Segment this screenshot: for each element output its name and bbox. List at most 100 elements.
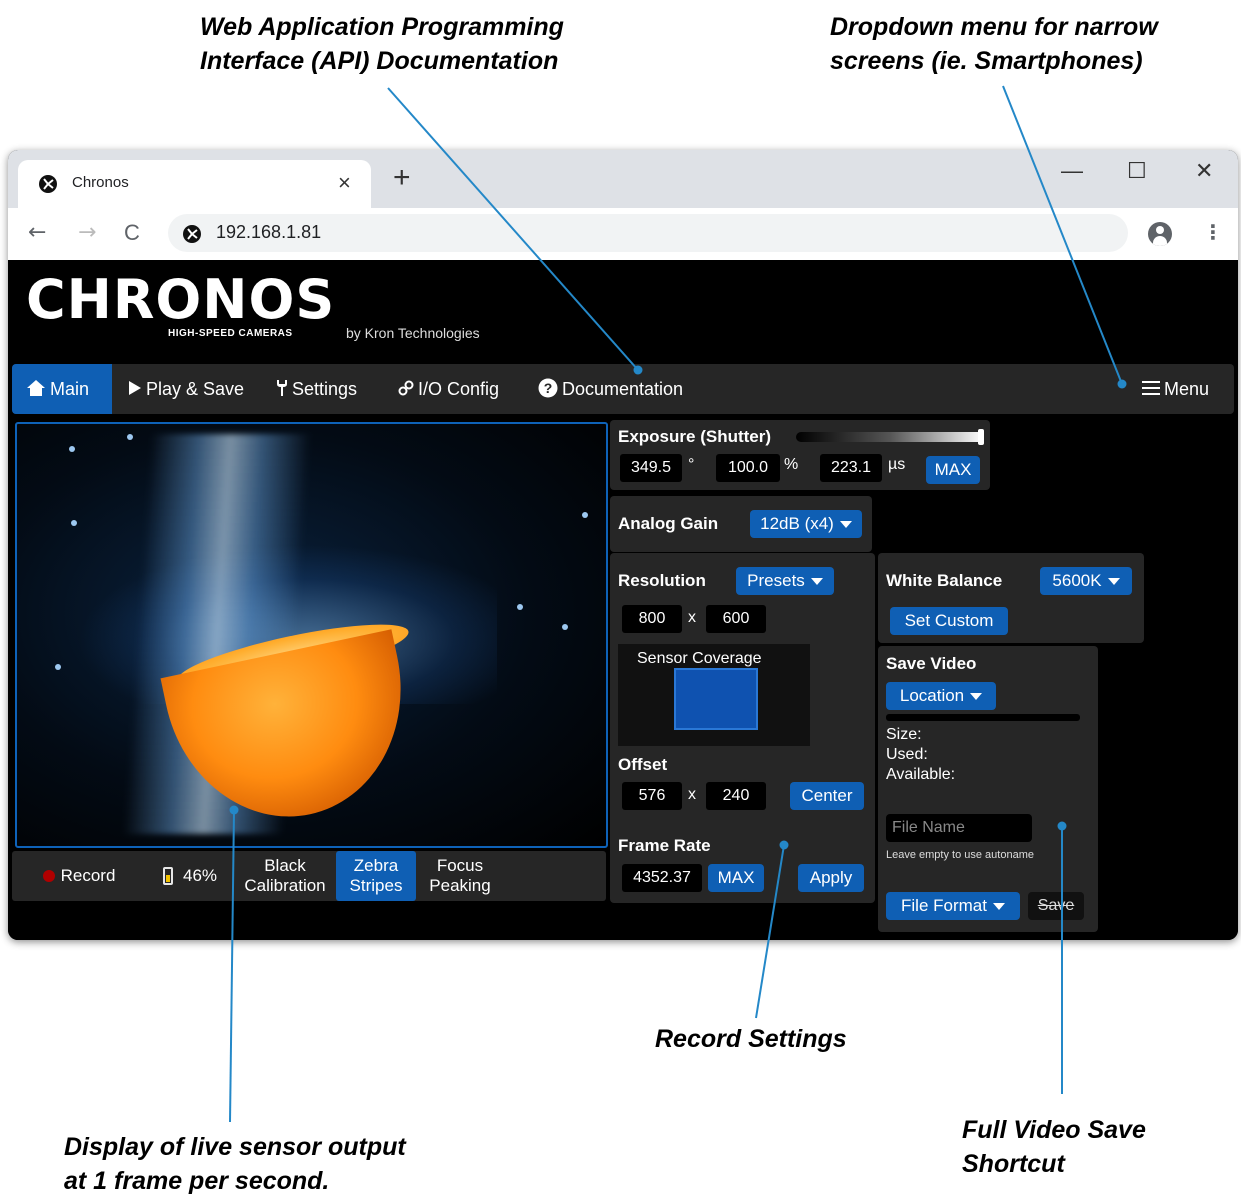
resolution-height-value[interactable]: 600 xyxy=(706,605,766,633)
minimize-button[interactable]: — xyxy=(1061,158,1083,184)
water-drop xyxy=(582,512,588,518)
forward-button[interactable]: → xyxy=(78,220,96,245)
exposure-percent-unit: % xyxy=(784,456,799,473)
frame-rate-apply-button[interactable]: Apply xyxy=(798,864,864,892)
focus-peaking-line1: Focus xyxy=(436,856,484,875)
file-format-dropdown[interactable]: File Format xyxy=(886,892,1020,920)
main-navbar: Main Play & Save Settings I/O Config ? D… xyxy=(12,364,1234,414)
live-preview[interactable] xyxy=(15,422,608,848)
callout-record-settings: Record Settings xyxy=(655,1025,847,1053)
exposure-slider[interactable] xyxy=(796,432,984,442)
offset-x-value[interactable]: 576 xyxy=(622,782,682,810)
address-bar[interactable]: 192.168.1.81 xyxy=(168,214,1128,252)
chronos-page: CHRONOS HIGH-SPEED CAMERAS by Kron Techn… xyxy=(8,260,1238,940)
exposure-panel: Exposure (Shutter) 349.5 ° 100.0 % 223.1… xyxy=(610,420,990,490)
back-button[interactable]: ← xyxy=(28,220,46,245)
record-button[interactable]: Record xyxy=(24,851,134,901)
maximize-button[interactable]: ☐ xyxy=(1127,158,1147,184)
nav-io-config[interactable]: I/O Config xyxy=(398,364,499,414)
resolution-x-separator: x xyxy=(688,609,696,626)
exposure-time-value[interactable]: 223.1 xyxy=(820,454,882,482)
url-text: 192.168.1.81 xyxy=(216,222,322,242)
save-button[interactable]: Save xyxy=(1028,892,1084,920)
link-icon xyxy=(398,364,414,414)
logo-byline: by Kron Technologies xyxy=(346,325,480,341)
browser-menu-icon[interactable]: ⋮ xyxy=(1203,220,1223,244)
frame-rate-max-button[interactable]: MAX xyxy=(708,864,764,892)
center-button[interactable]: Center xyxy=(790,782,864,810)
svg-text:?: ? xyxy=(544,380,553,396)
file-format-label: File Format xyxy=(901,896,987,915)
location-dropdown[interactable]: Location xyxy=(886,682,996,710)
nav-play-save[interactable]: Play & Save xyxy=(128,364,244,414)
storage-size-label: Size: xyxy=(886,726,922,743)
sensor-coverage-box[interactable] xyxy=(674,668,758,730)
home-icon xyxy=(26,364,46,414)
nav-main-label: Main xyxy=(50,379,90,399)
zebra-stripes-button[interactable]: Zebra Stripes xyxy=(336,851,416,901)
water-drop xyxy=(517,604,523,610)
resolution-presets-dropdown[interactable]: Presets xyxy=(736,567,834,595)
zebra-stripes-line1: Zebra xyxy=(353,856,399,875)
analog-gain-dropdown[interactable]: 12dB (x4) xyxy=(750,510,862,538)
reload-button[interactable]: C xyxy=(124,220,140,246)
zebra-stripes-line2: Stripes xyxy=(349,876,403,895)
sensor-coverage-label: Sensor Coverage xyxy=(637,650,762,667)
chevron-down-icon xyxy=(992,903,1005,911)
nav-menu[interactable]: Menu xyxy=(1142,364,1209,414)
white-balance-dropdown[interactable]: 5600K xyxy=(1040,567,1132,595)
nav-documentation-label: Documentation xyxy=(562,379,684,399)
logo-subtitle: HIGH-SPEED CAMERAS xyxy=(168,328,293,339)
white-balance-value: 5600K xyxy=(1052,571,1102,590)
set-custom-button[interactable]: Set Custom xyxy=(890,607,1008,635)
battery-status: 46% xyxy=(150,851,230,901)
black-calibration-line2: Calibration xyxy=(244,876,326,895)
resolution-panel: Resolution Presets 800 x 600 Sensor Cove… xyxy=(610,553,875,903)
water-drop xyxy=(562,624,568,630)
chronos-favicon-icon xyxy=(38,174,58,198)
chevron-down-icon xyxy=(810,578,823,586)
analog-gain-panel: Analog Gain 12dB (x4) xyxy=(610,496,872,552)
exposure-slider-thumb[interactable] xyxy=(978,429,984,445)
chronos-logo: CHRONOS xyxy=(26,268,336,331)
play-icon xyxy=(128,364,142,414)
chevron-down-icon xyxy=(1107,578,1120,586)
new-tab-button[interactable]: + xyxy=(393,163,411,193)
exposure-max-button[interactable]: MAX xyxy=(926,456,980,484)
frame-rate-value[interactable]: 4352.37 xyxy=(622,864,702,892)
close-window-button[interactable]: ✕ xyxy=(1195,158,1213,184)
chevron-down-icon xyxy=(839,521,852,529)
tab-strip: Chronos × + — ☐ ✕ xyxy=(8,150,1238,208)
nav-settings[interactable]: Settings xyxy=(276,364,357,414)
hamburger-icon xyxy=(1142,364,1160,414)
file-name-input[interactable]: File Name xyxy=(886,814,1032,842)
tab-close-icon[interactable]: × xyxy=(338,170,351,196)
black-calibration-button[interactable]: Black Calibration xyxy=(236,851,334,901)
callout-api-documentation: Web Application Programming Interface (A… xyxy=(200,13,564,75)
browser-window: Chronos × + — ☐ ✕ ← → C 192.168.1.81 ⋮ C… xyxy=(8,150,1238,940)
offset-label: Offset xyxy=(618,755,668,774)
water-drop xyxy=(71,520,77,526)
exposure-degrees-value[interactable]: 349.5 xyxy=(620,454,682,482)
exposure-time-unit: µs xyxy=(888,456,906,473)
analog-gain-label: Analog Gain xyxy=(618,514,719,533)
autoname-hint: Leave empty to use autoname xyxy=(886,849,1034,861)
battery-percent: 46% xyxy=(182,866,218,885)
callout-dropdown-menu: Dropdown menu for narrow screens (ie. Sm… xyxy=(830,13,1158,75)
white-balance-label: White Balance xyxy=(886,571,1003,590)
resolution-width-value[interactable]: 800 xyxy=(622,605,682,633)
storage-usage-bar xyxy=(886,714,1080,721)
browser-tab[interactable]: Chronos × xyxy=(18,160,371,208)
record-dot-icon xyxy=(42,870,55,882)
nav-documentation[interactable]: ? Documentation xyxy=(538,364,683,414)
nav-main[interactable]: Main xyxy=(12,364,112,414)
white-balance-panel: White Balance 5600K Set Custom xyxy=(878,553,1144,643)
profile-icon[interactable] xyxy=(1148,222,1172,246)
record-label: Record xyxy=(60,866,116,885)
offset-y-value[interactable]: 240 xyxy=(706,782,766,810)
focus-peaking-button[interactable]: Focus Peaking xyxy=(422,851,498,901)
record-bar: Record 46% Black Calibration Zebra Strip… xyxy=(12,851,606,901)
exposure-percent-value[interactable]: 100.0 xyxy=(716,454,780,482)
focus-peaking-line2: Peaking xyxy=(429,876,491,895)
nav-io-config-label: I/O Config xyxy=(418,379,500,399)
